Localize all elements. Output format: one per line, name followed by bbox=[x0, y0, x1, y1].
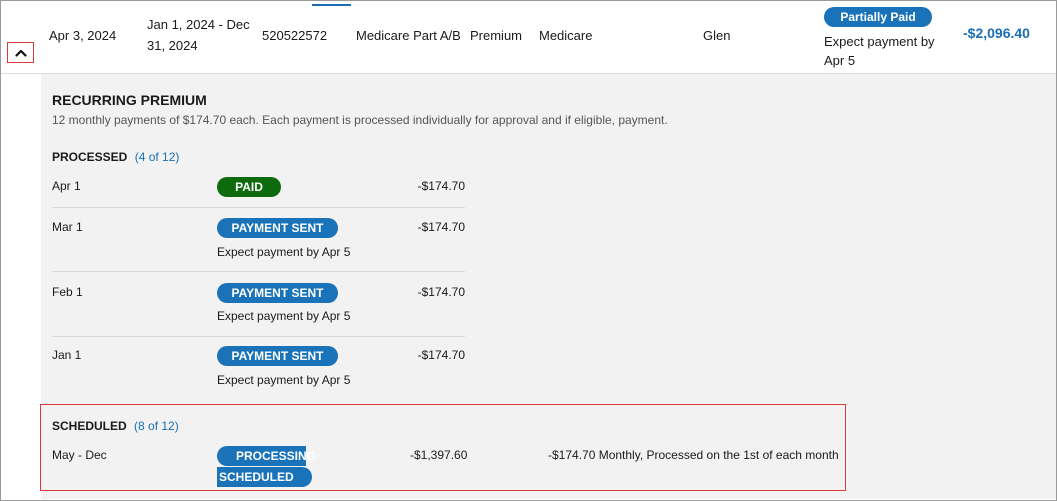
claim-plan: Medicare Part A/B bbox=[356, 28, 461, 43]
scheduled-heading: SCHEDULED (8 of 12) bbox=[52, 419, 179, 433]
detail-title: RECURRING PREMIUM bbox=[52, 92, 207, 108]
collapse-toggle-button[interactable] bbox=[7, 42, 34, 63]
claim-type: Premium bbox=[470, 28, 523, 43]
scheduled-date: May - Dec bbox=[52, 448, 107, 462]
processed-heading: PROCESSED (4 of 12) bbox=[52, 150, 179, 164]
payment-amount: -$174.70 bbox=[417, 179, 465, 193]
payment-amount: -$174.70 bbox=[417, 348, 465, 362]
payment-status-badge: PAYMENT SENT bbox=[217, 218, 338, 238]
claim-member: Glen bbox=[703, 28, 731, 43]
payment-row: Jan 1 PAYMENT SENT Expect payment by Apr… bbox=[52, 346, 465, 394]
scheduled-frequency: -$174.70 Monthly, Processed on the 1st o… bbox=[548, 448, 839, 462]
scheduled-title: SCHEDULED bbox=[52, 419, 127, 433]
claim-period: Jan 1, 2024 - Dec 31, 2024 bbox=[147, 17, 250, 53]
payment-note: Expect payment by Apr 5 bbox=[217, 373, 351, 387]
status-badge: Partially Paid bbox=[824, 7, 932, 27]
claim-date: Apr 3, 2024 bbox=[49, 28, 117, 43]
status-note: Expect payment by Apr 5 bbox=[824, 34, 935, 68]
claim-id: 520522572 bbox=[262, 28, 328, 43]
payment-row: Feb 1 PAYMENT SENT Expect payment by Apr… bbox=[52, 283, 465, 337]
scheduled-status-badge: PROCESSING SCHEDULED bbox=[217, 446, 316, 487]
payment-note: Expect payment by Apr 5 bbox=[217, 245, 351, 259]
claim-amount: -$2,096.40 bbox=[963, 25, 1030, 41]
processed-title: PROCESSED bbox=[52, 150, 128, 164]
payment-date: Apr 1 bbox=[52, 179, 81, 193]
chevron-up-icon bbox=[14, 49, 27, 57]
payment-status-badge: PAYMENT SENT bbox=[217, 283, 338, 303]
scheduled-count: (8 of 12) bbox=[134, 419, 179, 433]
scheduled-status-line2: SCHEDULED bbox=[217, 467, 312, 487]
payment-row: Mar 1 PAYMENT SENT Expect payment by Apr… bbox=[52, 218, 465, 272]
payment-status-badge: PAID bbox=[217, 177, 281, 197]
payment-row: Apr 1 PAID -$174.70 bbox=[52, 177, 465, 208]
column-indicator bbox=[312, 4, 351, 6]
claim-payer: Medicare bbox=[539, 28, 593, 43]
scheduled-amount: -$1,397.60 bbox=[410, 448, 468, 462]
payment-date: Mar 1 bbox=[52, 220, 83, 234]
payment-amount: -$174.70 bbox=[417, 285, 465, 299]
payment-status-badge: PAYMENT SENT bbox=[217, 346, 338, 366]
payment-note: Expect payment by Apr 5 bbox=[217, 309, 351, 323]
payment-date: Feb 1 bbox=[52, 285, 83, 299]
scheduled-status-line1: PROCESSING bbox=[217, 446, 316, 466]
payment-amount: -$174.70 bbox=[417, 220, 465, 234]
detail-description: 12 monthly payments of $174.70 each. Eac… bbox=[52, 113, 668, 127]
processed-count: (4 of 12) bbox=[134, 150, 180, 164]
payment-date: Jan 1 bbox=[52, 348, 82, 362]
